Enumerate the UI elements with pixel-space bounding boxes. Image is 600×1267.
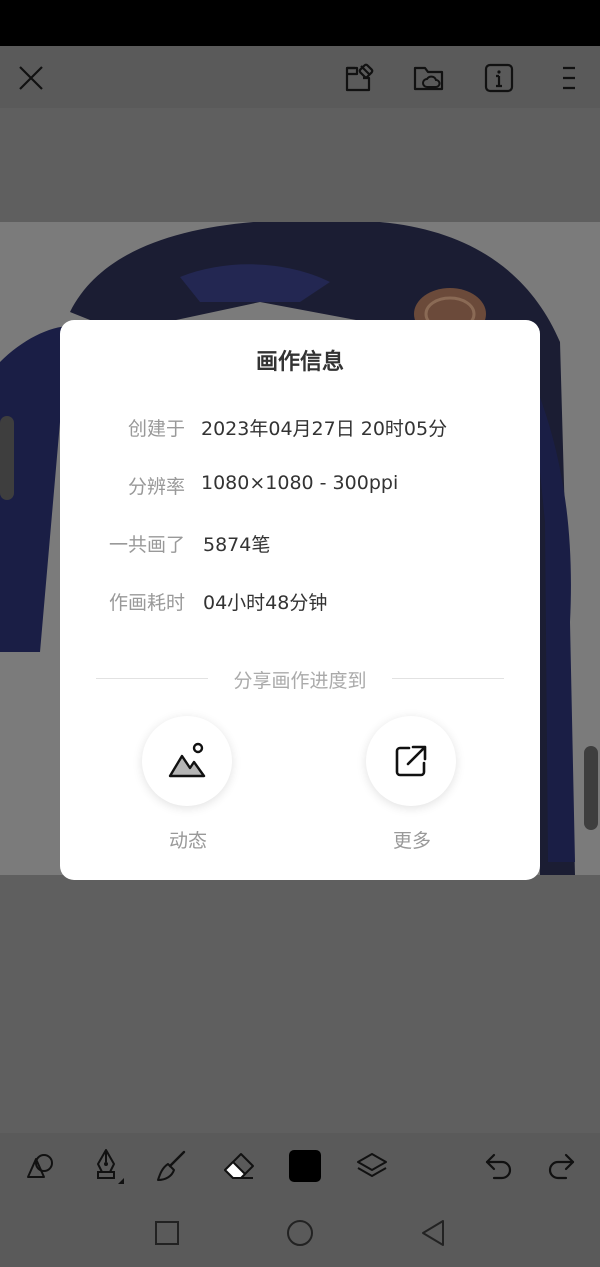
pen-icon[interactable] xyxy=(86,1146,126,1186)
right-slider-handle[interactable] xyxy=(584,746,598,830)
info-label: 分辨率 xyxy=(127,476,185,498)
puzzle-icon[interactable] xyxy=(339,58,379,98)
external-share-icon xyxy=(395,745,427,777)
info-row-resolution: 分辨率 1080×1080 - 300ppi xyxy=(60,472,540,502)
left-slider-handle[interactable] xyxy=(0,416,14,500)
canvas-margin-top xyxy=(0,108,600,222)
close-icon[interactable] xyxy=(11,58,51,98)
shape-icon[interactable] xyxy=(19,1146,59,1186)
square-icon xyxy=(155,1221,179,1245)
info-row-strokes: 一共画了 5874笔 xyxy=(60,530,540,560)
info-value: 5874笔 xyxy=(203,534,271,556)
layers-icon[interactable] xyxy=(352,1146,392,1186)
triangle-back-icon xyxy=(422,1220,444,1246)
info-row-created: 创建于 2023年04月27日 20时05分 xyxy=(60,414,540,444)
dialog-title: 画作信息 xyxy=(255,350,344,375)
share-title: 分享画作进度到 xyxy=(233,670,367,692)
canvas-margin-bottom xyxy=(0,875,600,1133)
info-value: 1080×1080 - 300ppi xyxy=(201,472,399,494)
bottom-toolbar xyxy=(0,1133,600,1199)
info-label: 创建于 xyxy=(127,418,185,440)
share-label: 动态 xyxy=(168,830,207,852)
undo-icon[interactable] xyxy=(479,1146,519,1186)
info-label: 一共画了 xyxy=(108,534,185,556)
share-item-more[interactable]: 更多 xyxy=(366,716,458,853)
redo-icon[interactable] xyxy=(541,1146,581,1186)
system-nav-bar xyxy=(0,1199,600,1267)
eraser-icon[interactable] xyxy=(219,1146,259,1186)
share-more-button[interactable] xyxy=(366,716,456,806)
info-value: 04小时48分钟 xyxy=(203,592,328,614)
share-label: 更多 xyxy=(392,830,431,852)
info-value: 2023年04月27日 20时05分 xyxy=(201,418,448,440)
back-button[interactable] xyxy=(413,1213,453,1253)
top-toolbar xyxy=(0,46,600,108)
info-icon[interactable] xyxy=(479,58,519,98)
color-swatch[interactable] xyxy=(285,1146,325,1186)
circle-icon xyxy=(287,1220,313,1246)
artwork-info-dialog: 画作信息 创建于 2023年04月27日 20时05分 分辨率 1080×108… xyxy=(60,320,540,880)
recents-button[interactable] xyxy=(147,1213,187,1253)
image-icon xyxy=(168,742,206,778)
brush-icon[interactable] xyxy=(152,1146,192,1186)
info-row-duration: 作画耗时 04小时48分钟 xyxy=(60,588,540,618)
folder-cloud-icon[interactable] xyxy=(409,58,449,98)
home-button[interactable] xyxy=(280,1213,320,1253)
divider-right xyxy=(392,678,504,679)
info-label: 作画耗时 xyxy=(108,592,185,614)
share-item-moments[interactable]: 动态 xyxy=(142,716,234,853)
status-bar xyxy=(0,0,600,46)
share-moments-button[interactable] xyxy=(142,716,232,806)
menu-icon[interactable] xyxy=(549,58,589,98)
